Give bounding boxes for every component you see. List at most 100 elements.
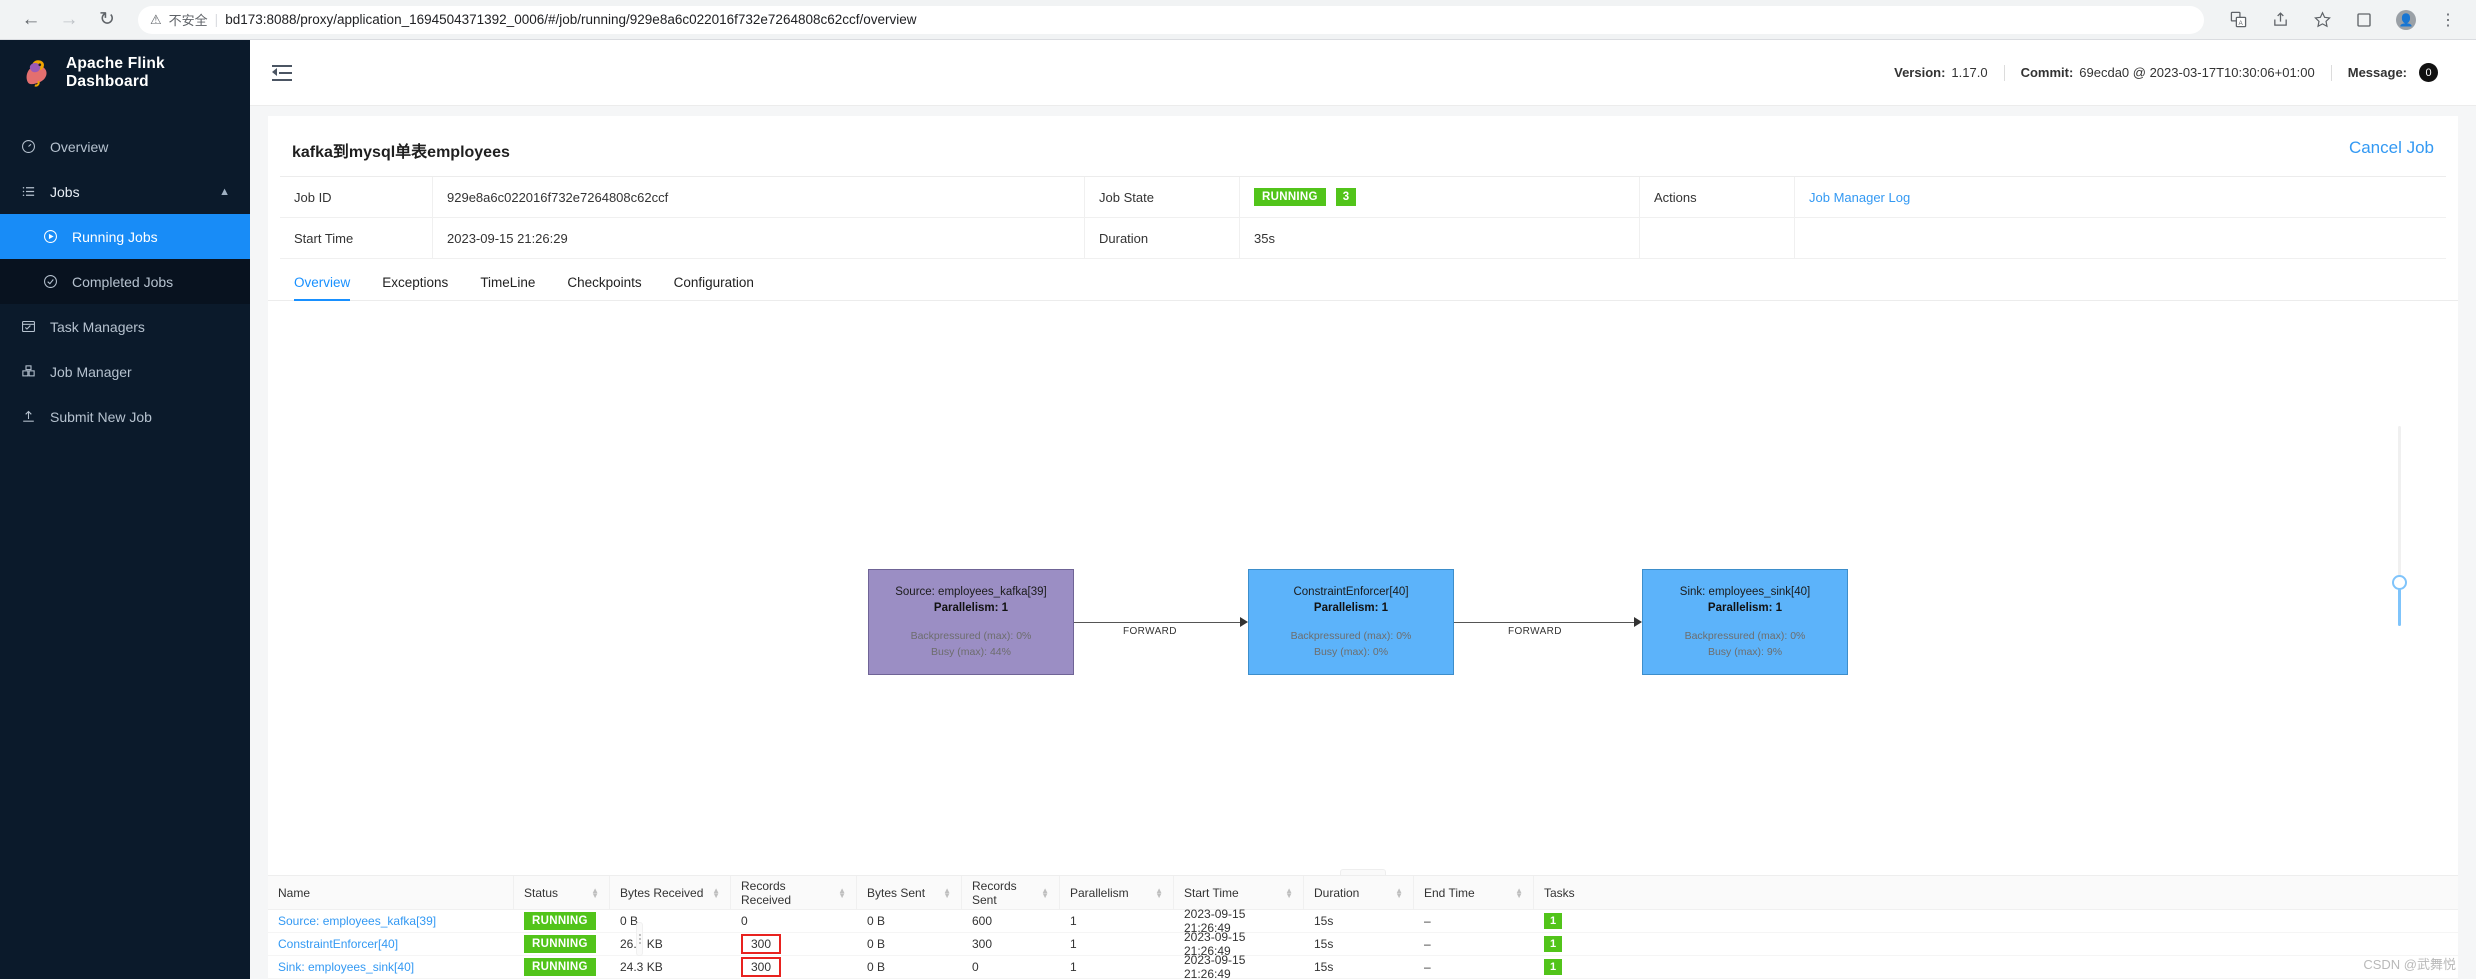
message-info[interactable]: Message: 0 bbox=[2332, 63, 2454, 82]
sidebar-item-task-managers[interactable]: Task Managers bbox=[0, 304, 250, 349]
sort-icon[interactable]: ▲ ▼ bbox=[838, 886, 846, 899]
tab-overview[interactable]: Overview bbox=[294, 275, 351, 301]
cell-bytes-sent: 0 B bbox=[867, 937, 886, 951]
table-row[interactable]: Sink: employees_sink[40] RUNNING 24.3 KB… bbox=[268, 953, 2458, 979]
sidebar-item-job-manager[interactable]: Job Manager bbox=[0, 349, 250, 394]
cell-tasks: 1 bbox=[1534, 910, 2458, 932]
vertex-link[interactable]: ConstraintEnforcer[40] bbox=[278, 937, 398, 951]
tab-checkpoints[interactable]: Checkpoints bbox=[567, 275, 641, 300]
watermark: CSDN @武舞悦 bbox=[2363, 957, 2456, 972]
cell-records-sent: 0 bbox=[972, 960, 979, 974]
table-row[interactable]: Source: employees_kafka[39] RUNNING 0 B … bbox=[268, 907, 2458, 935]
back-arrow-icon[interactable]: ← bbox=[14, 3, 48, 37]
column-header-end-time[interactable]: End Time ▲ ▼ bbox=[1414, 876, 1534, 909]
cell-name[interactable]: Source: employees_kafka[39] bbox=[268, 910, 514, 932]
sort-icon[interactable]: ▲ ▼ bbox=[943, 886, 951, 899]
cell-name[interactable]: ConstraintEnforcer[40] bbox=[268, 933, 514, 955]
graph-table-resize-handle[interactable] bbox=[1340, 869, 1386, 875]
forward-arrow-icon[interactable]: → bbox=[52, 3, 86, 37]
address-bar[interactable]: ⚠ 不安全 | bd173:8088/proxy/application_169… bbox=[138, 5, 2204, 34]
cell-start-time: 2023-09-15 21:26:49 bbox=[1184, 907, 1246, 935]
cell-records-received: 300 bbox=[731, 956, 857, 978]
sidebar-item-completed-jobs[interactable]: Completed Jobs bbox=[0, 259, 250, 304]
menu-fold-icon[interactable] bbox=[272, 64, 292, 81]
sort-icon[interactable]: ▲ ▼ bbox=[712, 886, 720, 899]
profile-avatar-icon[interactable]: 👤 bbox=[2396, 9, 2416, 30]
sort-icon[interactable]: ▲ ▼ bbox=[1155, 886, 1163, 899]
reload-icon[interactable]: ↻ bbox=[90, 3, 124, 37]
column-label: Duration bbox=[1314, 885, 1360, 900]
graph-zoom-slider[interactable] bbox=[2392, 426, 2407, 626]
top-bar: Version: 1.17.0 Commit: 69ecda0 @ 2023-0… bbox=[250, 40, 2476, 106]
sidebar-item-label: Completed Jobs bbox=[72, 273, 174, 290]
bookmark-star-icon[interactable] bbox=[2312, 10, 2332, 30]
zoom-slider-handle[interactable] bbox=[2392, 575, 2407, 590]
sort-icon[interactable]: ▲ ▼ bbox=[1515, 886, 1523, 899]
table-row[interactable]: ConstraintEnforcer[40] RUNNING 26.6 KB 3… bbox=[268, 930, 2458, 958]
version-label: Version: bbox=[1894, 65, 1946, 80]
node-backpressure: Backpressured (max): 0% bbox=[910, 629, 1032, 642]
column-header-status[interactable]: Status ▲ ▼ bbox=[514, 876, 610, 909]
cell-bytes-sent: 0 B bbox=[867, 960, 886, 974]
table-horizontal-scroll-handle[interactable] bbox=[636, 922, 643, 956]
job-graph-canvas[interactable]: Source: employees_kafka[39] Parallelism:… bbox=[268, 301, 2458, 875]
column-header-parallelism[interactable]: Parallelism ▲ ▼ bbox=[1060, 876, 1174, 909]
sort-icon[interactable]: ▲ ▼ bbox=[1041, 886, 1049, 899]
gauge-icon bbox=[20, 138, 37, 155]
sidepanel-icon[interactable] bbox=[2354, 10, 2374, 30]
vertex-link[interactable]: Source: employees_kafka[39] bbox=[278, 914, 436, 928]
brand-title: Apache Flink Dashboard bbox=[66, 55, 165, 90]
graph-node-sink[interactable]: Sink: employees_sink[40] Parallelism: 1 … bbox=[1642, 569, 1848, 675]
column-label: Tasks bbox=[1544, 885, 1575, 900]
cell-duration: 15s bbox=[1314, 937, 1334, 951]
column-header-bytes-sent[interactable]: Bytes Sent ▲ ▼ bbox=[857, 876, 962, 909]
cancel-job-button[interactable]: Cancel Job bbox=[2349, 138, 2434, 158]
tab-configuration[interactable]: Configuration bbox=[674, 275, 754, 300]
column-header-duration[interactable]: Duration ▲ ▼ bbox=[1304, 876, 1414, 909]
graph-edge-1-arrow-icon bbox=[1240, 617, 1248, 627]
sort-icon[interactable]: ▲ ▼ bbox=[591, 886, 599, 899]
browser-toolbar: ← → ↻ ⚠ 不安全 | bd173:8088/proxy/applicati… bbox=[0, 0, 2476, 40]
sidebar-item-running-jobs[interactable]: Running Jobs bbox=[0, 214, 250, 259]
cell-name[interactable]: Sink: employees_sink[40] bbox=[268, 956, 514, 978]
tasks-badge: 1 bbox=[1544, 913, 1563, 929]
sidebar-item-jobs[interactable]: Jobs ▲ bbox=[0, 169, 250, 214]
tab-exceptions[interactable]: Exceptions bbox=[382, 275, 448, 300]
job-manager-log-link[interactable]: Job Manager Log bbox=[1809, 190, 1910, 205]
sidebar-item-overview[interactable]: Overview bbox=[0, 124, 250, 169]
sidebar-item-submit-new-job[interactable]: Submit New Job bbox=[0, 394, 250, 439]
chrome-menu-icon[interactable]: ⋮ bbox=[2438, 10, 2458, 30]
sort-icon[interactable]: ▲ ▼ bbox=[1285, 886, 1293, 899]
column-header-name[interactable]: Name bbox=[268, 876, 514, 909]
graph-node-constraint-enforcer[interactable]: ConstraintEnforcer[40] Parallelism: 1 Ba… bbox=[1248, 569, 1454, 675]
share-icon[interactable] bbox=[2270, 10, 2290, 30]
brand: Apache Flink Dashboard bbox=[0, 40, 250, 106]
graph-node-source[interactable]: Source: employees_kafka[39] Parallelism:… bbox=[868, 569, 1074, 675]
column-label: Status bbox=[524, 885, 559, 900]
sort-icon[interactable]: ▲ ▼ bbox=[1395, 886, 1403, 899]
node-busy: Busy (max): 0% bbox=[1313, 645, 1389, 658]
tab-timeline[interactable]: TimeLine bbox=[480, 275, 535, 300]
vertex-link[interactable]: Sink: employees_sink[40] bbox=[278, 960, 414, 974]
translate-icon[interactable]: A bbox=[2228, 10, 2248, 30]
job-state-value: RUNNING 3 bbox=[1239, 177, 1639, 217]
app-root: Apache Flink Dashboard Overview Jobs ▲ R… bbox=[0, 40, 2476, 979]
column-header-records-received[interactable]: Records Received ▲ ▼ bbox=[731, 876, 857, 909]
column-header-tasks[interactable]: Tasks bbox=[1534, 876, 2458, 909]
chevron-up-icon: ▲ bbox=[219, 185, 230, 198]
sidebar-nav: Overview Jobs ▲ Running Jobs Completed J… bbox=[0, 124, 250, 439]
job-tabs: Overview Exceptions TimeLine Checkpoints… bbox=[268, 259, 2458, 301]
cell-bytes-sent: 0 B bbox=[867, 914, 886, 928]
column-label: Name bbox=[278, 885, 311, 900]
cell-parallelism: 1 bbox=[1070, 960, 1077, 974]
column-label: Bytes Sent bbox=[867, 885, 926, 900]
sidebar-subgroup-jobs: Running Jobs Completed Jobs bbox=[0, 214, 250, 304]
column-header-bytes-received[interactable]: Bytes Received ▲ ▼ bbox=[610, 876, 731, 909]
cell-records-received: 0 bbox=[741, 914, 748, 928]
column-header-start-time[interactable]: Start Time ▲ ▼ bbox=[1174, 876, 1304, 909]
column-header-records-sent[interactable]: Records Sent ▲ ▼ bbox=[962, 876, 1060, 909]
graph-edge-2-arrow-icon bbox=[1634, 617, 1642, 627]
url-text: bd173:8088/proxy/application_16945043713… bbox=[225, 12, 917, 27]
topbar-meta: Version: 1.17.0 Commit: 69ecda0 @ 2023-0… bbox=[1878, 63, 2454, 82]
upload-icon bbox=[20, 408, 37, 425]
